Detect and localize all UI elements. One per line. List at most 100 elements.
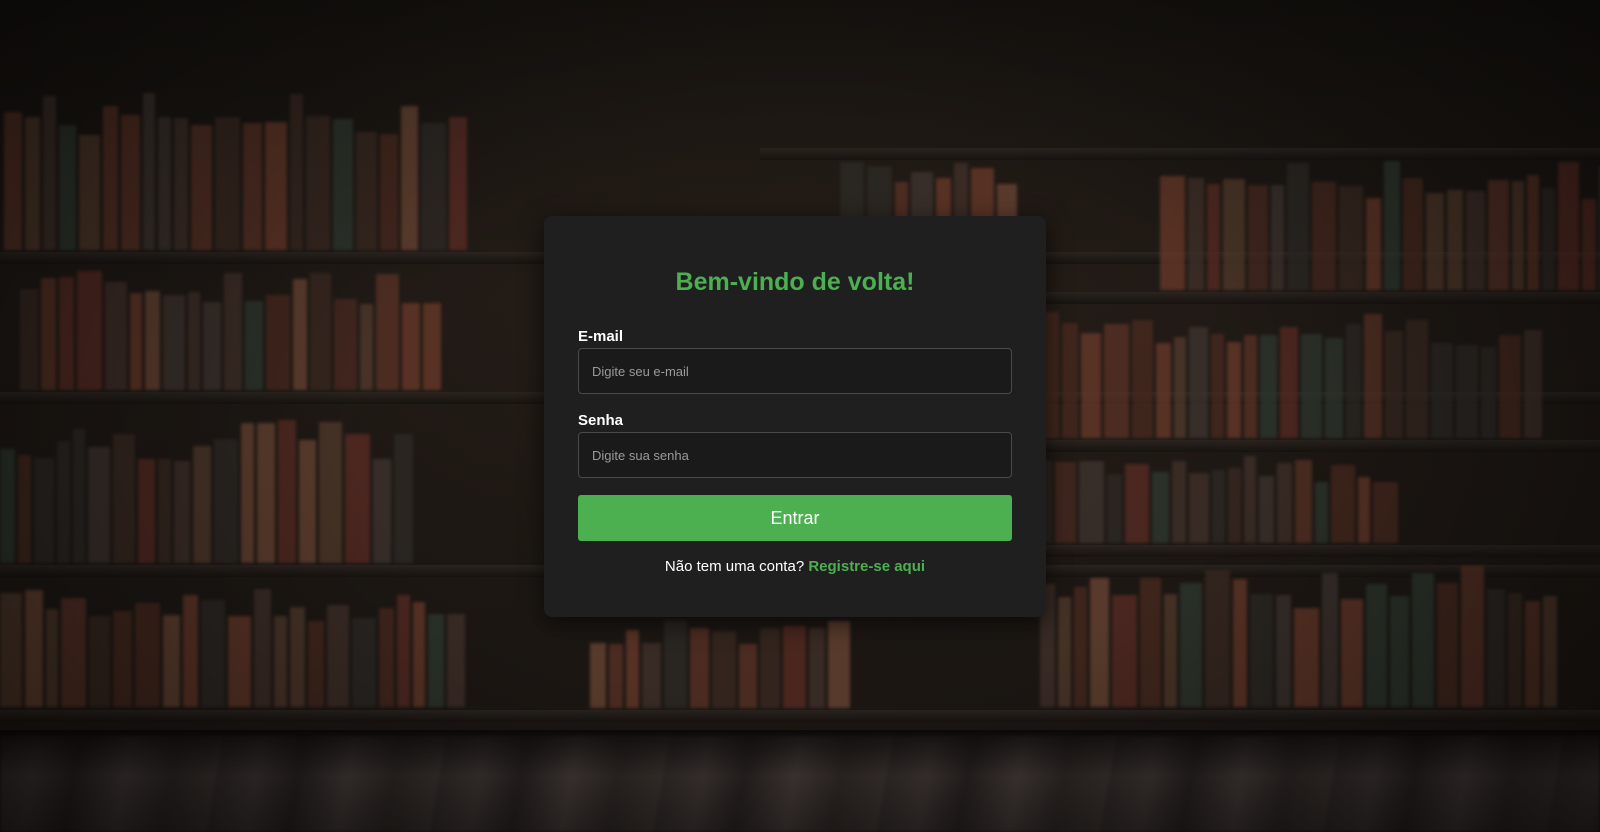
book-spine xyxy=(690,628,709,708)
book-spine xyxy=(77,271,102,390)
book-spine xyxy=(1287,163,1309,290)
book-spine xyxy=(1295,460,1312,543)
book-spine xyxy=(609,644,623,708)
book-spine xyxy=(1346,324,1361,438)
book-spine xyxy=(228,616,251,707)
book-spine xyxy=(1081,333,1101,438)
book-spine xyxy=(402,303,420,390)
book-spine xyxy=(1366,198,1381,290)
book-spine xyxy=(1488,180,1509,290)
book-spine xyxy=(257,423,275,563)
book-spine xyxy=(130,293,142,390)
register-prompt-text: Não tem uma conta? xyxy=(664,558,805,575)
book-spine xyxy=(828,621,850,708)
book-spine xyxy=(1373,482,1398,543)
book-spine xyxy=(113,434,135,563)
login-button[interactable]: Entrar xyxy=(578,495,1012,541)
book-spine xyxy=(1074,587,1087,707)
book-spine xyxy=(1277,463,1292,543)
book-spine xyxy=(394,434,413,563)
password-field[interactable] xyxy=(578,432,1012,478)
book-spine xyxy=(1112,595,1137,707)
book-spine xyxy=(1384,161,1400,290)
book-spine xyxy=(0,593,22,707)
book-spine xyxy=(4,112,22,250)
book-spine xyxy=(73,429,85,563)
book-spine xyxy=(360,304,373,390)
book-spine xyxy=(1233,579,1247,707)
book-spine xyxy=(1390,596,1409,707)
book-spine xyxy=(188,292,200,390)
book-spine xyxy=(1582,199,1596,290)
book-spine xyxy=(809,628,825,708)
book-spine xyxy=(61,598,86,707)
book-spine xyxy=(1525,601,1540,707)
book-spine xyxy=(1174,337,1186,438)
book-spine xyxy=(783,626,806,708)
book-spine xyxy=(356,132,377,250)
book-spine xyxy=(158,459,171,563)
book-spine xyxy=(1508,593,1522,707)
book-spine xyxy=(290,94,303,250)
book-spine xyxy=(1447,190,1463,290)
book-spine xyxy=(1062,323,1078,438)
book-spine xyxy=(1188,178,1204,290)
book-spine xyxy=(447,614,465,707)
book-spine xyxy=(191,125,212,250)
book-spine xyxy=(1156,343,1171,438)
book-spine xyxy=(183,595,198,707)
book-spine xyxy=(1058,597,1071,707)
book-spine xyxy=(1104,324,1129,438)
book-spine xyxy=(20,289,38,390)
book-spine xyxy=(1164,594,1177,707)
book-spine xyxy=(1223,179,1245,290)
book-spine xyxy=(254,589,271,707)
book-spine xyxy=(1358,477,1370,543)
book-spine xyxy=(224,273,242,390)
book-spine xyxy=(334,299,357,390)
book-spine xyxy=(1312,182,1336,290)
book-spine xyxy=(1211,334,1224,438)
book-spine xyxy=(1325,338,1343,438)
book-spine xyxy=(319,422,342,563)
book-spine xyxy=(43,96,56,250)
email-field[interactable] xyxy=(578,348,1012,394)
book-spine xyxy=(1315,482,1328,543)
book-spine xyxy=(1090,578,1109,707)
book-spine xyxy=(57,441,70,563)
book-spine xyxy=(121,115,140,250)
book-spine xyxy=(626,630,639,708)
book-spine xyxy=(174,118,188,250)
book-spine xyxy=(345,434,370,563)
register-link[interactable]: Registre-se aqui xyxy=(808,558,925,575)
book-spine xyxy=(1207,184,1220,290)
book-spine xyxy=(1437,583,1458,707)
book-spine xyxy=(241,423,254,563)
book-spine xyxy=(1132,320,1153,438)
book-spine xyxy=(373,459,391,563)
book-spine xyxy=(379,608,394,707)
book-spine xyxy=(1228,468,1241,543)
book-spine xyxy=(1466,191,1485,290)
book-spine xyxy=(1385,331,1403,438)
book-spine xyxy=(1205,570,1230,707)
book-spine xyxy=(449,117,467,250)
book-spine xyxy=(1406,320,1428,438)
book-spine xyxy=(1322,573,1338,707)
book-spine xyxy=(1125,464,1149,543)
book-spine xyxy=(163,615,180,707)
book-spine xyxy=(105,282,127,390)
book-spine xyxy=(214,439,238,563)
book-spine xyxy=(376,274,399,390)
book-spine xyxy=(174,461,190,563)
book-spine xyxy=(642,643,661,708)
book-spine xyxy=(1524,330,1542,438)
book-spine xyxy=(18,455,31,563)
book-spine xyxy=(428,614,444,707)
book-spine xyxy=(1250,594,1273,707)
login-card: Bem-vindo de volta! E-mail Senha Entrar … xyxy=(544,216,1046,617)
book-spine xyxy=(266,295,290,390)
book-spine xyxy=(1259,476,1274,543)
book-spine xyxy=(1055,462,1076,543)
book-spine xyxy=(103,106,118,250)
